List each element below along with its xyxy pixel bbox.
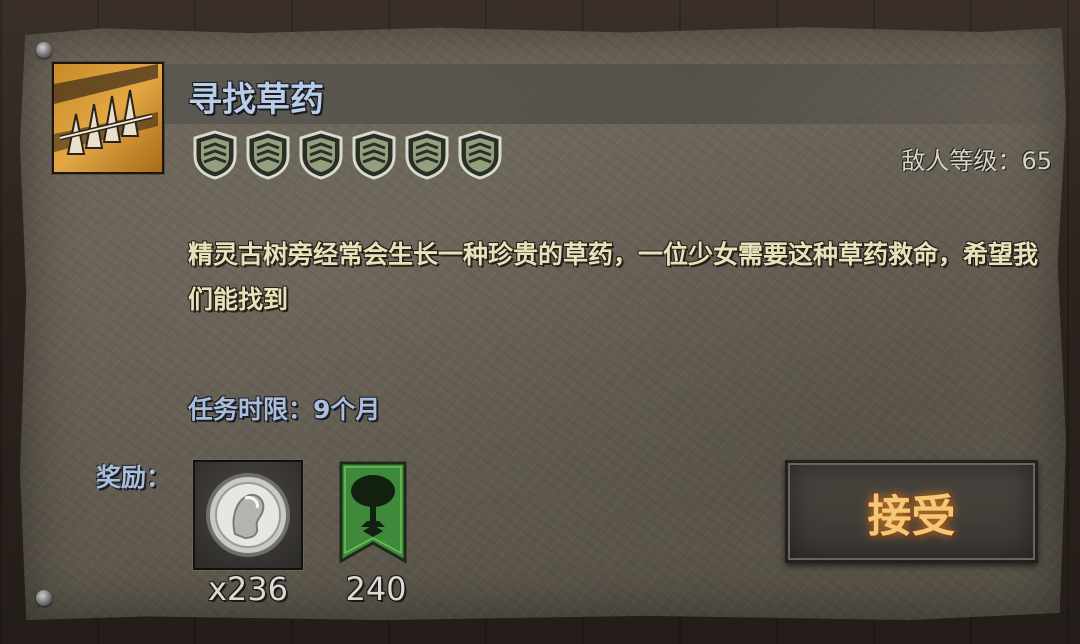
enemy-level-value: 65: [1021, 147, 1052, 175]
tree-banner-icon: [339, 461, 407, 564]
shield-icon: [352, 130, 396, 180]
enemy-level-label: 敌人等级：: [901, 147, 1022, 175]
reward-label: 奖励：: [96, 463, 172, 492]
time-limit-value: 9个月: [313, 395, 381, 424]
quest-description: 精灵古树旁经常会生长一种珍贵的草药，一位少女需要这种草药救命，希望我们能找到: [188, 240, 1039, 314]
nail-icon: [36, 42, 52, 58]
shield-icon: [193, 130, 237, 180]
reward-coin-count: x236: [207, 570, 288, 608]
enemy-level: 敌人等级：65: [901, 141, 1052, 176]
nail-icon: [36, 590, 52, 606]
reward-item-coin[interactable]: [193, 460, 303, 570]
time-limit: 任务时限：9个月: [188, 390, 380, 426]
reward-item-banner[interactable]: [339, 461, 407, 565]
shield-icon: [299, 130, 343, 180]
reward-banner-count: 240: [345, 570, 407, 608]
shield-icon: [246, 130, 290, 180]
silver-coin-icon: [206, 473, 290, 557]
difficulty-shields: [192, 130, 503, 180]
accept-button[interactable]: 接受: [785, 460, 1038, 563]
shield-icon: [458, 130, 502, 180]
accept-button-label: 接受: [867, 490, 956, 542]
quest-spikes-icon: [52, 62, 164, 174]
time-limit-label: 任务时限：: [188, 395, 314, 424]
shield-icon: [405, 130, 449, 180]
quest-title: 寻找草药: [188, 80, 324, 120]
